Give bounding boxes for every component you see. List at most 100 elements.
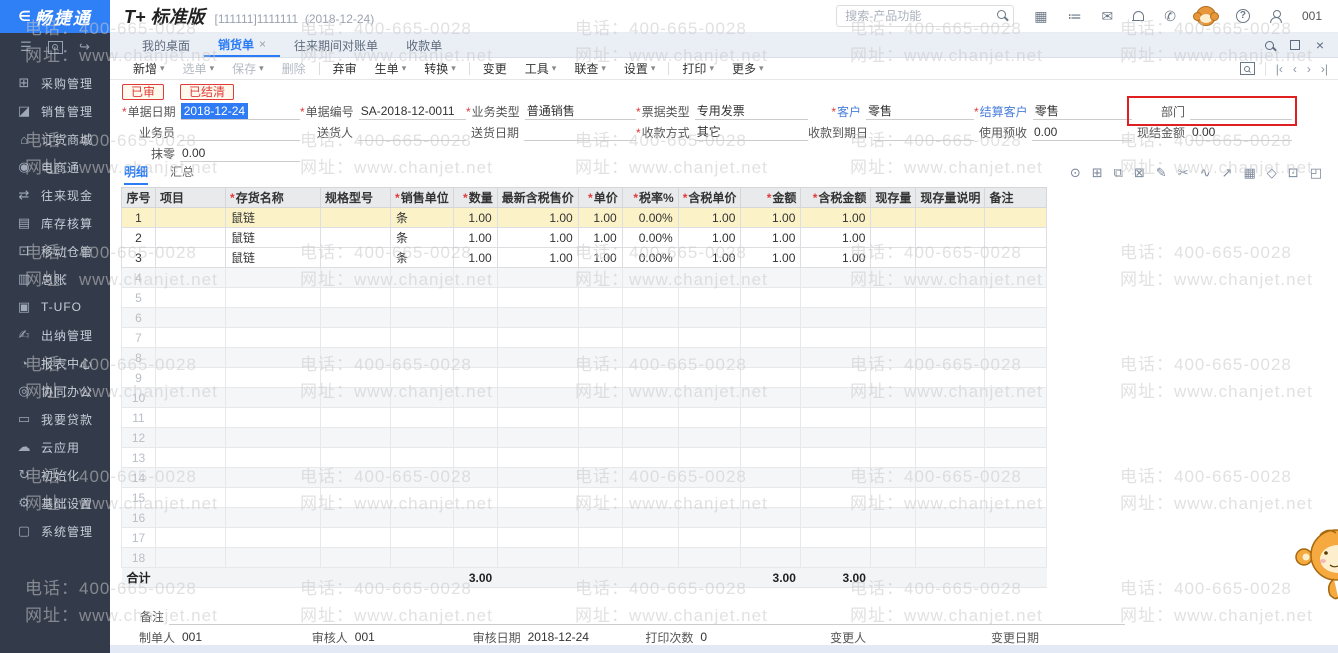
toolbar-button-unaudit[interactable]: 弃审: [324, 60, 366, 77]
table-cell[interactable]: [677, 267, 742, 288]
table-cell[interactable]: [870, 267, 917, 288]
table-cell[interactable]: [621, 307, 679, 328]
sidebar-item-inventory[interactable]: ▤ 库存核算: [0, 209, 110, 237]
table-cell[interactable]: 1.00: [496, 227, 579, 248]
delete-row-icon[interactable]: ⊠: [1134, 165, 1145, 181]
table-cell[interactable]: [800, 287, 872, 308]
table-cell[interactable]: [320, 307, 392, 328]
tab-reconciliation[interactable]: 往来期间对账单: [280, 33, 392, 57]
package-icon[interactable]: ⊡: [1288, 165, 1299, 181]
table-cell[interactable]: [677, 307, 742, 328]
table-cell[interactable]: [984, 327, 1048, 348]
toolbar-button-settings[interactable]: 设置 ▾: [615, 60, 665, 77]
table-cell[interactable]: [677, 467, 742, 488]
table-cell[interactable]: [577, 367, 623, 388]
table-cell[interactable]: [870, 487, 917, 508]
remark-input[interactable]: [169, 608, 1125, 625]
insert-row-icon[interactable]: ⊞: [1092, 165, 1103, 181]
table-cell[interactable]: [225, 367, 322, 388]
table-cell[interactable]: [915, 227, 986, 248]
table-cell[interactable]: 9: [120, 367, 157, 388]
table-cell[interactable]: [452, 487, 498, 508]
table-cell[interactable]: [155, 227, 227, 248]
table-cell[interactable]: [800, 527, 872, 548]
table-cell[interactable]: [740, 387, 802, 408]
table-cell[interactable]: [870, 527, 917, 548]
table-cell[interactable]: [870, 387, 917, 408]
field-value[interactable]: 零售: [866, 103, 974, 120]
sidebar-item-cloud-apps[interactable]: ☁ 云应用: [0, 433, 110, 461]
table-cell[interactable]: [577, 347, 623, 368]
table-row-empty[interactable]: 14: [120, 467, 1048, 488]
table-cell[interactable]: [452, 347, 498, 368]
table-cell[interactable]: [577, 287, 623, 308]
table-cell[interactable]: [496, 367, 579, 388]
table-cell[interactable]: 1.00: [577, 227, 623, 248]
table-cell[interactable]: [155, 427, 227, 448]
sidebar-item-loan[interactable]: ▭ 我要贷款: [0, 405, 110, 433]
table-cell[interactable]: [225, 387, 322, 408]
toolbar-button-change[interactable]: 变更: [474, 60, 516, 77]
table-row-empty[interactable]: 5: [120, 287, 1048, 308]
table-cell[interactable]: [621, 507, 679, 528]
table-cell[interactable]: [577, 527, 623, 548]
table-cell[interactable]: [496, 507, 579, 528]
table-cell[interactable]: [677, 347, 742, 368]
sidebar-item-basic-settings[interactable]: ⚙ 基础设置: [0, 489, 110, 517]
table-cell[interactable]: [577, 387, 623, 408]
todo-list-icon[interactable]: ≔: [1068, 9, 1082, 23]
sidebar-item-order-mall[interactable]: ⌂ 订货商城: [0, 125, 110, 153]
table-cell[interactable]: [320, 487, 392, 508]
table-cell[interactable]: [984, 447, 1048, 468]
table-cell[interactable]: 7: [120, 327, 157, 348]
table-cell[interactable]: [915, 467, 986, 488]
table-cell[interactable]: [225, 527, 322, 548]
table-cell[interactable]: [800, 407, 872, 428]
table-cell[interactable]: [390, 527, 454, 548]
table-cell[interactable]: [390, 407, 454, 428]
table-cell[interactable]: [496, 487, 579, 508]
table-cell[interactable]: [390, 467, 454, 488]
table-cell[interactable]: [621, 427, 679, 448]
table-cell[interactable]: 11: [120, 407, 157, 428]
table-cell[interactable]: [740, 507, 802, 528]
table-cell[interactable]: 1.00: [800, 207, 872, 228]
nav-prev-icon[interactable]: ‹: [1293, 62, 1297, 76]
table-cell[interactable]: [155, 507, 227, 528]
tag-icon[interactable]: ◇: [1267, 165, 1277, 181]
table-cell[interactable]: [496, 547, 579, 568]
table-cell[interactable]: [621, 467, 679, 488]
table-cell[interactable]: 条: [390, 207, 454, 228]
toolbar-button-print[interactable]: 打印 ▾: [673, 60, 723, 77]
table-cell[interactable]: [915, 507, 986, 528]
table-cell[interactable]: 条: [390, 227, 454, 248]
sidebar-item-sales[interactable]: ◪ 销售管理: [0, 97, 110, 125]
table-cell[interactable]: [320, 547, 392, 568]
table-cell[interactable]: [320, 327, 392, 348]
batch-icon[interactable]: ▦: [1244, 165, 1256, 181]
table-cell[interactable]: [621, 407, 679, 428]
table-cell[interactable]: [915, 547, 986, 568]
table-cell[interactable]: 1.00: [740, 207, 802, 228]
table-cell[interactable]: [496, 287, 579, 308]
table-cell[interactable]: [155, 247, 227, 268]
chart-icon[interactable]: ∿: [1200, 165, 1211, 181]
table-cell[interactable]: [870, 247, 917, 268]
table-cell[interactable]: 1.00: [740, 247, 802, 268]
table-cell[interactable]: [225, 547, 322, 568]
doc-search-icon[interactable]: [47, 40, 63, 54]
table-cell[interactable]: [621, 287, 679, 308]
table-cell[interactable]: [320, 227, 392, 248]
table-cell[interactable]: [452, 467, 498, 488]
table-cell[interactable]: [577, 427, 623, 448]
cut-icon[interactable]: ✂: [1178, 165, 1189, 181]
table-cell[interactable]: [800, 267, 872, 288]
nav-first-icon[interactable]: |‹: [1276, 62, 1283, 76]
table-cell[interactable]: 1.00: [577, 207, 623, 228]
table-cell[interactable]: [915, 527, 986, 548]
table-cell[interactable]: [155, 407, 227, 428]
table-cell[interactable]: [577, 307, 623, 328]
table-cell[interactable]: 1.00: [800, 247, 872, 268]
expand-icon[interactable]: ◰: [1310, 165, 1322, 181]
table-cell[interactable]: [452, 367, 498, 388]
